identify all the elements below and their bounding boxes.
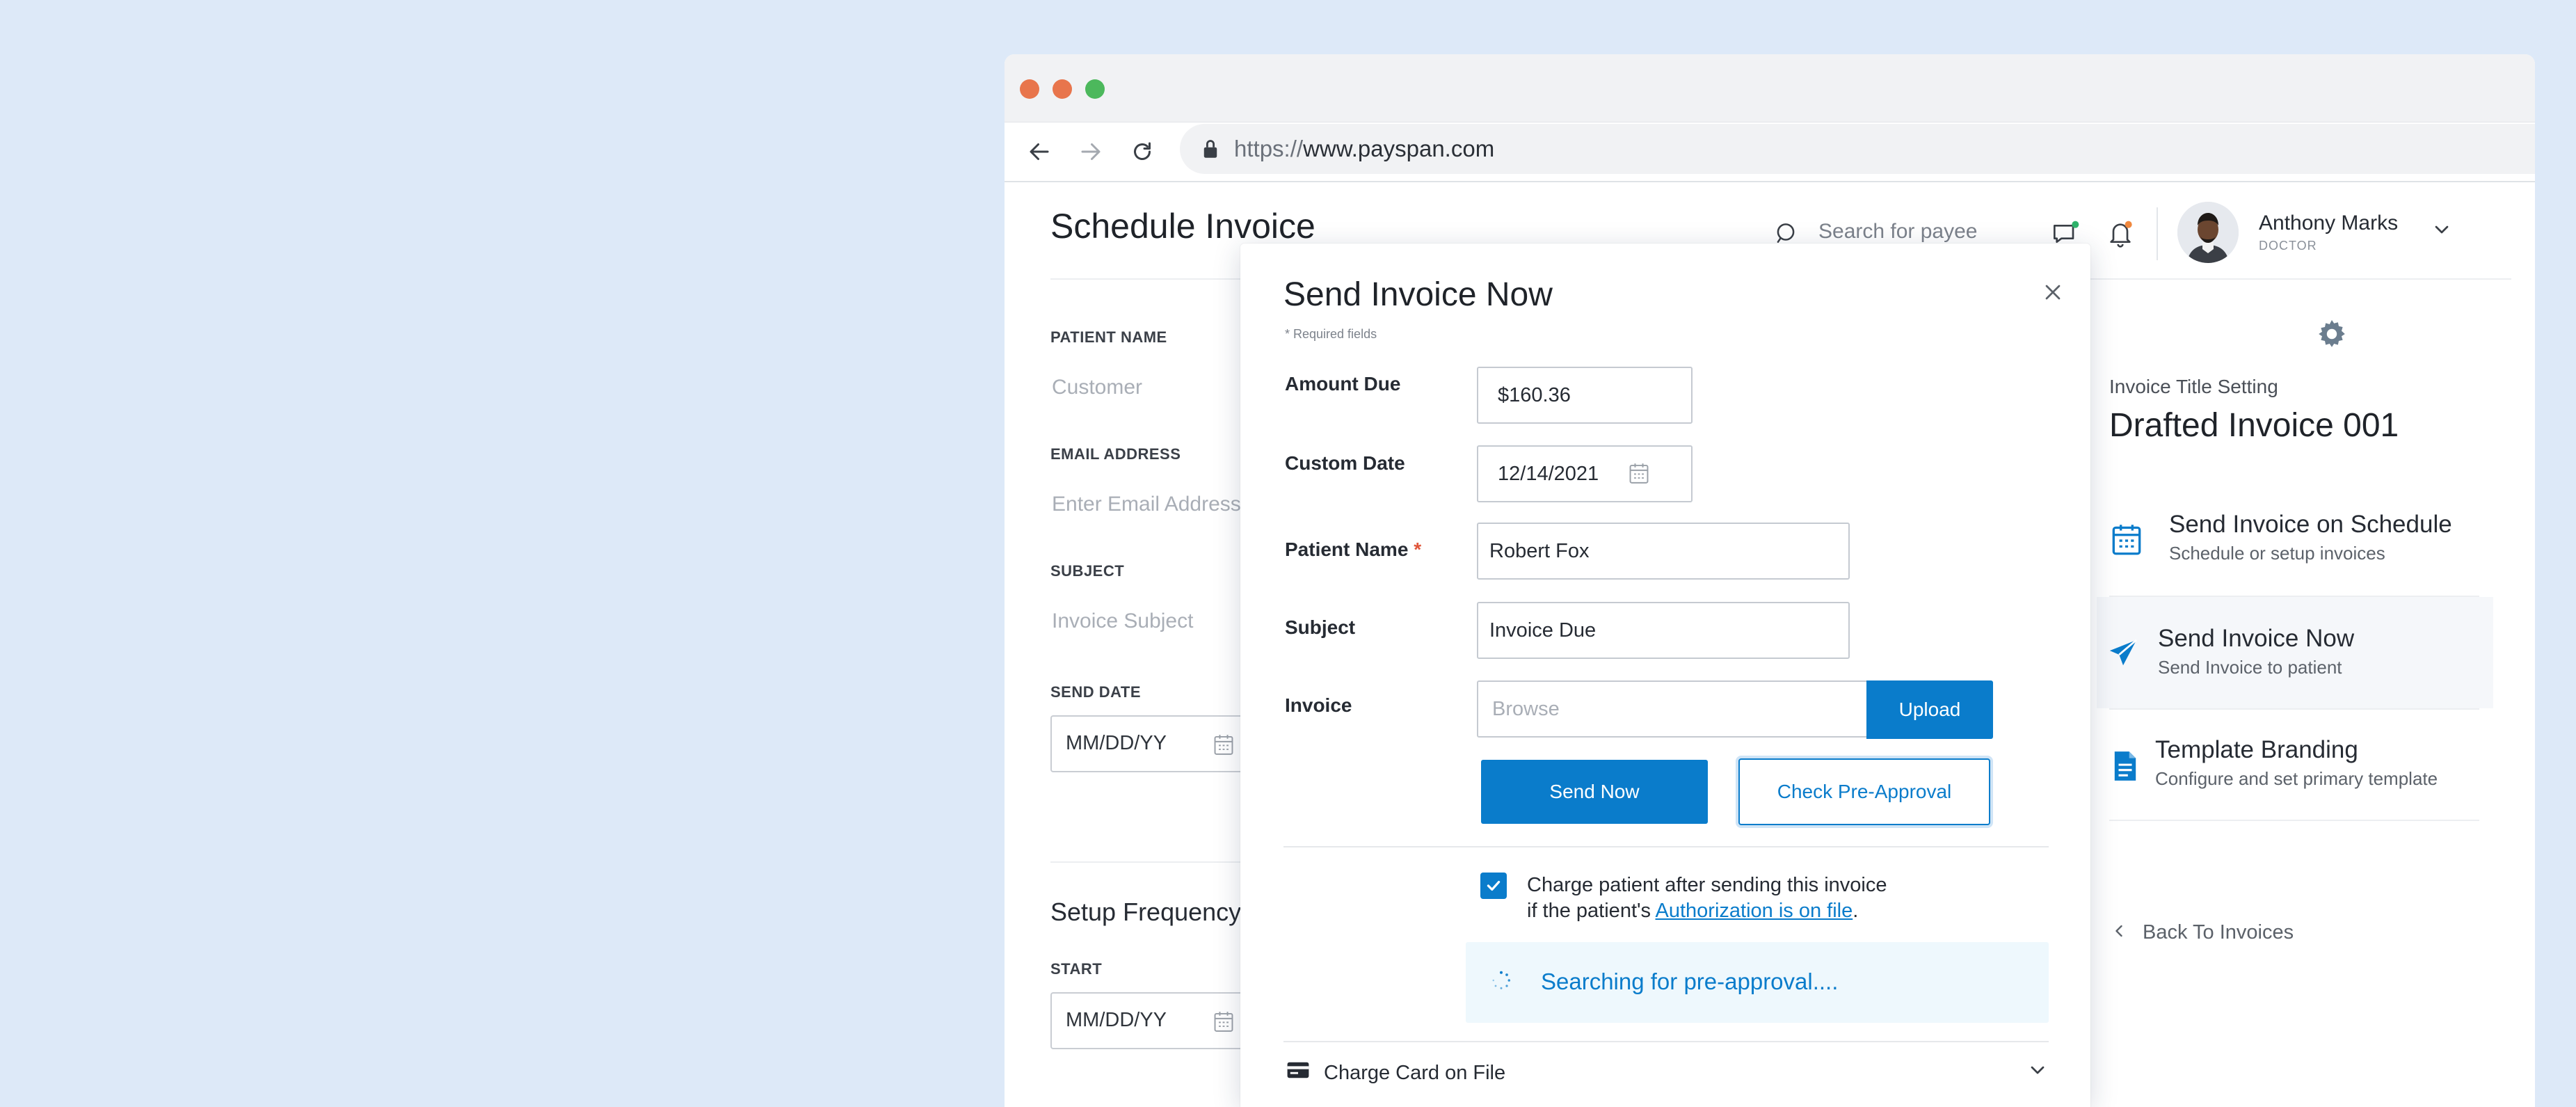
maximize-window-dot[interactable]	[1085, 79, 1105, 99]
subject-label: Subject	[1285, 616, 1356, 638]
search-input[interactable]: Search for payee	[1818, 220, 1977, 244]
user-name: Anthony Marks	[2259, 212, 2399, 234]
preapproval-status-box: Searching for pre-approval....	[1466, 942, 2049, 1023]
modal-divider	[1283, 846, 2049, 847]
invoice-title-setting-label: Invoice Title Setting	[2109, 376, 2278, 397]
browser-titlebar	[1005, 54, 2535, 122]
menu-divider	[2109, 820, 2479, 821]
required-asterisk: *	[1414, 539, 1422, 560]
subject-input[interactable]: Invoice Subject	[1052, 610, 1193, 633]
calendar-icon[interactable]	[1212, 1009, 1235, 1037]
invoice-title: Drafted Invoice 001	[2109, 407, 2399, 444]
charge-text-line2: if the patient's Authorization is on fil…	[1527, 898, 1887, 924]
patient-name-input[interactable]: Customer	[1052, 376, 1142, 399]
patient-name-label-text: Patient Name	[1285, 539, 1409, 560]
authorization-link[interactable]: Authorization is on file	[1656, 900, 1853, 922]
close-window-dot[interactable]	[1020, 79, 1039, 99]
back-arrow-icon[interactable]	[1023, 135, 1056, 168]
charge-patient-text: Charge patient after sending this invoic…	[1527, 873, 1887, 924]
calendar-icon[interactable]	[1627, 461, 1651, 489]
charge-text-line1: Charge patient after sending this invoic…	[1527, 874, 1887, 896]
patient-name-label: Patient Name *	[1285, 539, 1421, 561]
chevron-down-icon[interactable]	[2431, 218, 2453, 244]
charge-text-prefix: if the patient's	[1527, 900, 1656, 922]
email-input[interactable]: Enter Email Address	[1052, 493, 1241, 516]
email-label: EMAIL ADDRESS	[1050, 445, 1181, 463]
send-invoice-modal: Send Invoice Now * Required fields Amoun…	[1240, 244, 2090, 1107]
charge-patient-checkbox[interactable]	[1480, 873, 1507, 899]
subject-field[interactable]	[1477, 602, 1850, 659]
menu-item-subtitle: Schedule or setup invoices	[2169, 543, 2385, 564]
credit-card-icon	[1286, 1060, 1310, 1083]
upload-button[interactable]: Upload	[1866, 680, 1993, 739]
send-date-placeholder: MM/DD/YY	[1066, 732, 1167, 754]
bell-icon[interactable]	[2106, 218, 2134, 253]
required-fields-note: * Required fields	[1285, 327, 1377, 341]
paper-plane-icon	[2106, 637, 2140, 673]
start-date-placeholder: MM/DD/YY	[1066, 1009, 1167, 1031]
spinner-icon	[1491, 970, 1512, 994]
send-now-button[interactable]: Send Now	[1481, 760, 1708, 824]
menu-item-subtitle: Send Invoice to patient	[2158, 657, 2342, 678]
invoice-label: Invoice	[1285, 694, 1352, 716]
menu-item-title: Send Invoice Now	[2158, 625, 2355, 652]
menu-item-template-branding[interactable]: Template Branding Configure and set prim…	[2097, 710, 2493, 821]
close-icon[interactable]	[2040, 280, 2065, 305]
setup-frequency-title: Setup Frequency	[1050, 898, 1242, 926]
page-title: Schedule Invoice	[1050, 207, 1315, 246]
reload-icon[interactable]	[1126, 135, 1159, 168]
check-pre-approval-button[interactable]: Check Pre-Approval	[1738, 758, 1990, 825]
charge-text-suffix: .	[1853, 900, 1859, 922]
forward-arrow-icon[interactable]	[1074, 135, 1107, 168]
menu-item-subtitle: Configure and set primary template	[2155, 768, 2438, 789]
avatar[interactable]	[2177, 202, 2239, 263]
gear-icon[interactable]	[2315, 317, 2349, 354]
url-text: https://www.payspan.com	[1234, 136, 1495, 161]
searching-preapproval-text: Searching for pre-approval....	[1541, 969, 1839, 994]
start-label: START	[1050, 960, 1103, 978]
menu-item-title: Send Invoice on Schedule	[2169, 511, 2452, 538]
chevron-left-icon[interactable]	[2109, 920, 2129, 946]
lock-icon	[1201, 138, 1220, 163]
send-date-label: SEND DATE	[1050, 683, 1141, 701]
modal-divider	[1283, 1041, 2049, 1042]
header-divider	[2157, 207, 2158, 260]
minimize-window-dot[interactable]	[1053, 79, 1072, 99]
patient-name-field[interactable]	[1477, 523, 1850, 580]
subject-label: SUBJECT	[1050, 562, 1125, 580]
calendar-icon	[2109, 520, 2144, 562]
amount-due-label: Amount Due	[1285, 373, 1401, 395]
amount-due-field[interactable]	[1477, 367, 1693, 424]
custom-date-field[interactable]	[1477, 445, 1693, 502]
calendar-icon[interactable]	[1212, 732, 1235, 760]
menu-item-send-now[interactable]: Send Invoice Now Send Invoice to patient	[2097, 597, 2493, 708]
charge-card-on-file-label[interactable]: Charge Card on File	[1324, 1062, 1505, 1085]
menu-item-send-on-schedule[interactable]: Send Invoice on Schedule Schedule or set…	[2097, 484, 2493, 596]
custom-date-label: Custom Date	[1285, 452, 1405, 474]
modal-title: Send Invoice Now	[1283, 276, 1553, 313]
chevron-down-icon[interactable]	[2026, 1059, 2049, 1085]
invoice-browse-field[interactable]	[1477, 680, 1869, 738]
user-role: DOCTOR	[2259, 239, 2317, 253]
document-icon	[2112, 750, 2138, 786]
patient-name-label: PATIENT NAME	[1050, 328, 1167, 346]
menu-item-title: Template Branding	[2155, 736, 2358, 763]
back-to-invoices-link[interactable]: Back To Invoices	[2143, 921, 2294, 944]
